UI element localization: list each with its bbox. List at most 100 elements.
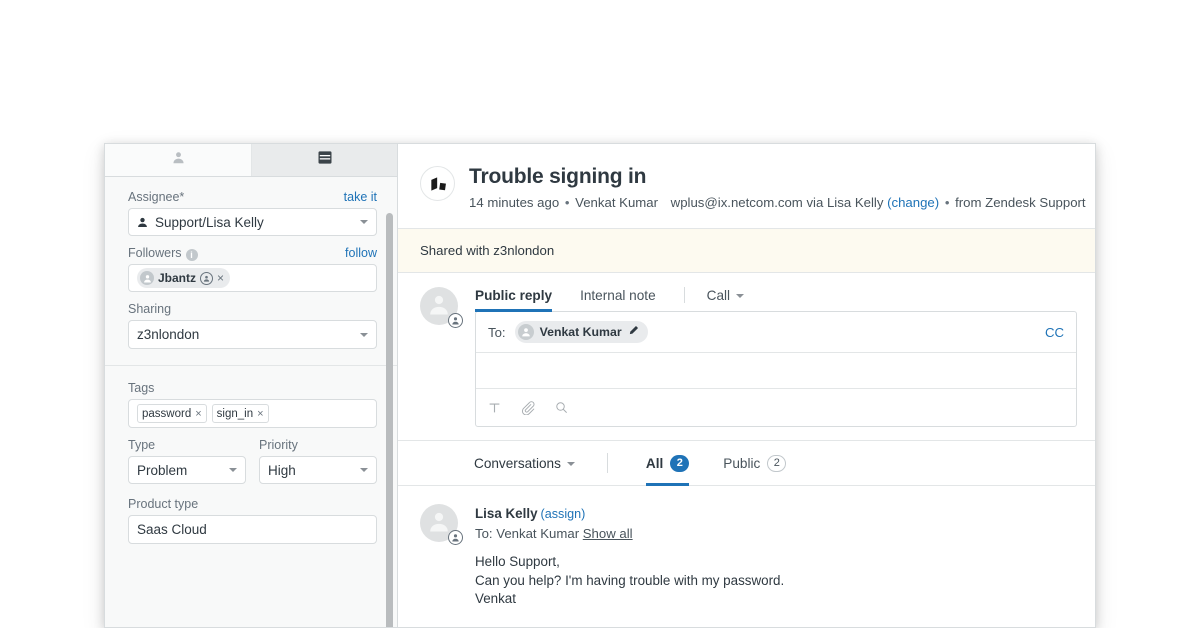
tag-text: sign_in — [217, 408, 253, 420]
priority-select[interactable]: High — [259, 456, 377, 484]
chevron-down-icon — [360, 220, 368, 224]
avatar — [420, 287, 458, 325]
end-user-badge-icon — [448, 313, 463, 328]
meta-dot: • — [563, 195, 572, 210]
followers-label: Followersi — [128, 245, 198, 261]
tags-input[interactable]: password × sign_in × — [128, 399, 377, 428]
info-icon[interactable]: i — [186, 249, 198, 261]
recipient-chip[interactable]: Venkat Kumar — [515, 321, 648, 343]
page-title: Trouble signing in — [469, 164, 1086, 190]
ticket-header-text: Trouble signing in 14 minutes ago • Venk… — [469, 164, 1086, 212]
filter-public-label: Public — [723, 456, 760, 471]
composer: Public reply Internal note Call To: — [475, 287, 1077, 427]
filter-all-label: All — [646, 456, 663, 471]
tags-label: Tags — [128, 380, 154, 396]
message-text: Hello Support, Can you help? I'm having … — [475, 553, 784, 609]
attachment-icon[interactable] — [521, 401, 535, 415]
person-avatar-icon — [427, 509, 451, 538]
sharing-select[interactable]: z3nlondon — [128, 320, 377, 349]
composer-toolbar — [476, 389, 1076, 426]
search-icon[interactable] — [555, 401, 568, 414]
message-body: Lisa Kelly(assign) To: Venkat Kumar Show… — [475, 504, 784, 609]
sidebar-scrollbar[interactable] — [386, 213, 393, 627]
assign-link[interactable]: (assign) — [541, 507, 586, 521]
tags-field-header: Tags — [128, 380, 377, 396]
message-to-prefix: To: Venkat Kumar — [475, 526, 579, 541]
priority-field: Priority High — [259, 437, 377, 484]
ticket-properties-sidebar: Assignee* take it Support/Lisa Kelly Fol… — [105, 144, 398, 627]
list-item: Lisa Kelly(assign) To: Venkat Kumar Show… — [420, 504, 1073, 609]
message-line: Can you help? I'm having trouble with my… — [475, 572, 784, 591]
reply-composer-block: Public reply Internal note Call To: — [398, 273, 1095, 441]
change-link[interactable]: (change) — [887, 195, 939, 210]
followers-input[interactable]: Jbantz × — [128, 264, 377, 292]
person-icon — [172, 151, 185, 169]
product-type-label: Product type — [128, 496, 198, 512]
follow-link[interactable]: follow — [345, 246, 377, 260]
sidebar-tab-user[interactable] — [105, 144, 251, 176]
chevron-down-icon — [736, 294, 744, 298]
ticket-requester: Venkat Kumar — [575, 195, 658, 210]
follower-remove-icon[interactable]: × — [217, 271, 224, 285]
composer-box: To: Venkat Kumar CC — [475, 311, 1077, 427]
followers-field-header: Followersi follow — [128, 245, 377, 261]
ticket-main-panel: Trouble signing in 14 minutes ago • Venk… — [398, 144, 1095, 627]
assignee-field-header: Assignee* take it — [128, 189, 377, 205]
type-label: Type — [128, 437, 155, 453]
sidebar-scroll-region: Assignee* take it Support/Lisa Kelly Fol… — [105, 177, 397, 627]
zendesk-logo-icon — [420, 166, 455, 201]
meta-dot: • — [943, 195, 952, 210]
assignee-label: Assignee* — [128, 189, 184, 205]
message-line: Hello Support, — [475, 553, 784, 572]
ticket-time: 14 minutes ago — [469, 195, 559, 210]
type-priority-row: Type Problem Priority High — [128, 437, 377, 484]
message-recipients: To: Venkat Kumar Show all — [475, 524, 784, 544]
follower-name: Jbantz — [158, 271, 196, 285]
conversations-dropdown[interactable]: Conversations — [474, 456, 575, 471]
type-value: Problem — [137, 463, 187, 478]
reply-textarea[interactable] — [476, 353, 1076, 389]
filter-divider — [607, 453, 608, 473]
author-name: Lisa Kelly — [475, 506, 538, 521]
filter-public-count: 2 — [767, 455, 786, 472]
tab-call[interactable]: Call — [707, 288, 744, 311]
to-label: To: — [488, 325, 506, 340]
ticket-header: Trouble signing in 14 minutes ago • Venk… — [398, 144, 1095, 229]
text-format-icon[interactable] — [488, 401, 501, 414]
end-user-badge-icon — [448, 530, 463, 545]
take-it-link[interactable]: take it — [344, 190, 377, 204]
type-select[interactable]: Problem — [128, 456, 246, 484]
tag-remove-icon[interactable]: × — [257, 408, 263, 420]
follower-chip[interactable]: Jbantz × — [137, 268, 230, 288]
conversation-message-list: Lisa Kelly(assign) To: Venkat Kumar Show… — [398, 486, 1095, 627]
tag-remove-icon[interactable]: × — [195, 408, 201, 420]
pencil-icon[interactable] — [628, 325, 639, 339]
sharing-field-header: Sharing — [128, 301, 377, 317]
filter-public[interactable]: Public 2 — [723, 441, 786, 486]
priority-label: Priority — [259, 437, 298, 453]
tag-chip[interactable]: password × — [137, 404, 207, 423]
show-all-link[interactable]: Show all — [583, 526, 633, 541]
chevron-down-icon — [229, 468, 237, 472]
window-icon — [318, 151, 332, 169]
sharing-value: z3nlondon — [137, 327, 199, 342]
ticket-meta: 14 minutes ago • Venkat Kumar wplus@ix.n… — [469, 193, 1086, 212]
chevron-down-icon — [567, 462, 575, 466]
tab-internal-note[interactable]: Internal note — [580, 288, 656, 311]
product-type-value: Saas Cloud — [137, 522, 207, 537]
follower-avatar-icon — [140, 271, 154, 285]
filter-all[interactable]: All 2 — [646, 441, 689, 486]
tab-public-reply[interactable]: Public reply — [475, 288, 552, 311]
sidebar-tab-ticket[interactable] — [251, 144, 397, 176]
avatar — [420, 504, 458, 542]
message-line: Venkat — [475, 590, 784, 609]
assignee-select[interactable]: Support/Lisa Kelly — [128, 208, 377, 236]
message-author: Lisa Kelly(assign) — [475, 504, 784, 524]
agent-ring-icon — [200, 272, 213, 285]
product-type-input[interactable]: Saas Cloud — [128, 515, 377, 544]
product-type-field-header: Product type — [128, 496, 377, 512]
cc-link[interactable]: CC — [1045, 325, 1064, 340]
tag-chip[interactable]: sign_in × — [212, 404, 269, 423]
priority-value: High — [268, 463, 296, 478]
recipient-avatar-icon — [518, 324, 534, 340]
